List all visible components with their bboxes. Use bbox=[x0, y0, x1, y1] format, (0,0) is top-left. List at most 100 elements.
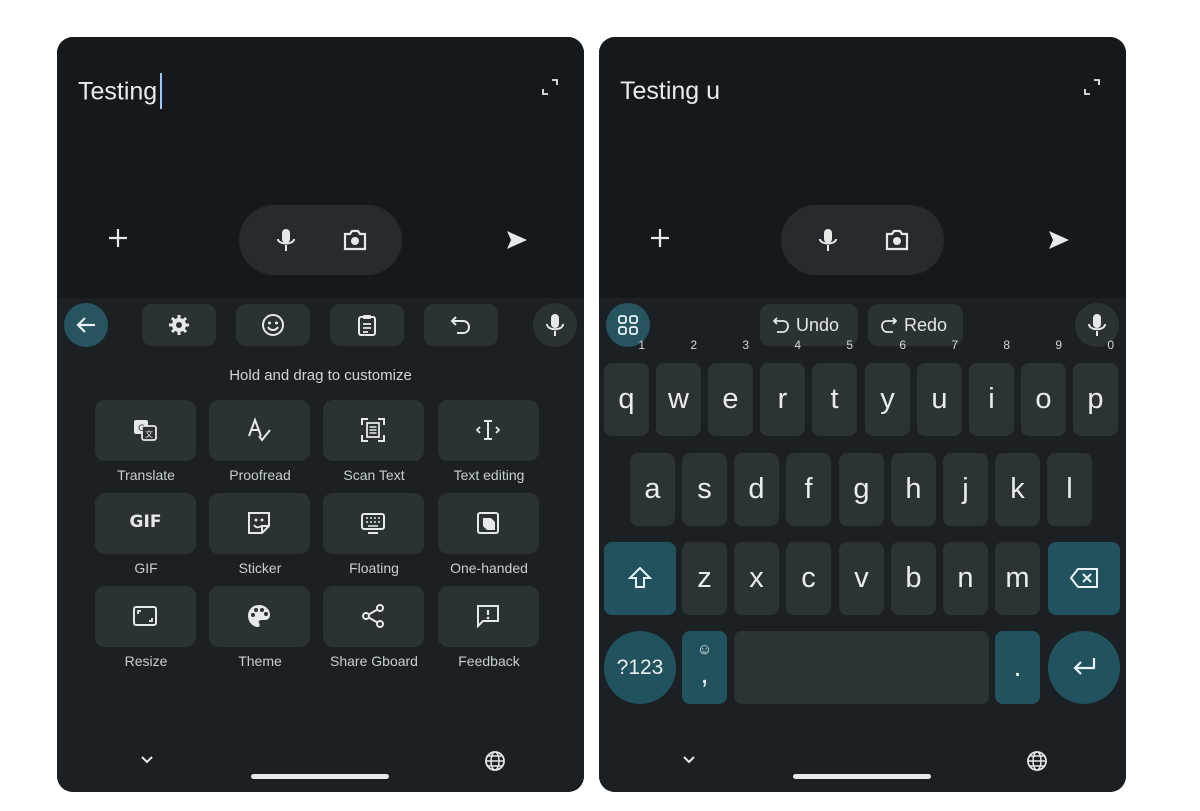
customize-hint: Hold and drag to customize bbox=[229, 367, 412, 384]
chevron-down-icon[interactable] bbox=[138, 753, 156, 767]
compose-area[interactable]: Testing bbox=[57, 37, 584, 298]
tile-share-gboard[interactable] bbox=[323, 586, 424, 647]
phone-screen-right: Testing u Undo Redo q1 w2 e3 r4 t5 y6 u7… bbox=[599, 37, 1126, 792]
tile-theme[interactable] bbox=[209, 586, 310, 647]
tile-label: One-handed bbox=[450, 560, 528, 576]
redo-button[interactable]: Redo bbox=[868, 304, 963, 346]
sticker-icon bbox=[248, 512, 270, 534]
key-c[interactable]: c bbox=[786, 542, 831, 615]
message-input[interactable]: Testing u bbox=[620, 77, 720, 106]
key-q[interactable]: q1 bbox=[604, 339, 649, 436]
grid-icon bbox=[618, 315, 638, 335]
collapse-icon[interactable] bbox=[542, 79, 558, 95]
key-t[interactable]: t5 bbox=[812, 339, 857, 436]
tile-label: Feedback bbox=[458, 653, 520, 669]
text-editing-icon bbox=[475, 420, 501, 440]
camera-icon[interactable] bbox=[342, 227, 368, 253]
collapse-icon[interactable] bbox=[1084, 79, 1100, 95]
tile-gif[interactable]: GIF bbox=[95, 493, 196, 554]
voice-input-button[interactable] bbox=[533, 303, 577, 347]
mic-icon bbox=[1088, 314, 1106, 336]
back-button[interactable] bbox=[64, 303, 108, 347]
key-j[interactable]: j bbox=[943, 453, 988, 526]
tile-one-handed[interactable] bbox=[438, 493, 539, 554]
navigation-handle[interactable] bbox=[793, 774, 931, 779]
add-icon[interactable] bbox=[649, 227, 671, 249]
tile-proofread[interactable] bbox=[209, 400, 310, 461]
symbols-key[interactable]: ?123 bbox=[604, 631, 676, 704]
key-p[interactable]: p0 bbox=[1073, 339, 1118, 436]
phone-screen-left: Testing Hold and drag to customize G文 GI… bbox=[57, 37, 584, 792]
key-a[interactable]: a bbox=[630, 453, 675, 526]
undo-icon bbox=[450, 316, 471, 334]
clipboard-button[interactable] bbox=[330, 304, 404, 346]
key-m[interactable]: m bbox=[995, 542, 1040, 615]
key-d[interactable]: d bbox=[734, 453, 779, 526]
key-e[interactable]: e3 bbox=[708, 339, 753, 436]
key-y[interactable]: y6 bbox=[865, 339, 910, 436]
key-w[interactable]: w2 bbox=[656, 339, 701, 436]
comma-label: , bbox=[700, 658, 709, 690]
message-input[interactable]: Testing bbox=[78, 73, 163, 109]
settings-button[interactable] bbox=[142, 304, 216, 346]
period-key[interactable]: . bbox=[995, 631, 1040, 704]
key-n[interactable]: n bbox=[943, 542, 988, 615]
mic-icon[interactable] bbox=[815, 227, 841, 253]
tile-label: Text editing bbox=[453, 467, 525, 483]
chevron-down-icon[interactable] bbox=[680, 753, 698, 767]
shift-icon bbox=[627, 566, 653, 588]
key-l[interactable]: l bbox=[1047, 453, 1092, 526]
mic-icon bbox=[546, 314, 564, 336]
key-r[interactable]: r4 bbox=[760, 339, 805, 436]
key-o[interactable]: o9 bbox=[1021, 339, 1066, 436]
compose-area[interactable]: Testing u bbox=[599, 37, 1126, 298]
tile-label: Floating bbox=[349, 560, 399, 576]
tile-scan-text[interactable] bbox=[323, 400, 424, 461]
backspace-key[interactable] bbox=[1048, 542, 1120, 615]
tile-feedback[interactable] bbox=[438, 586, 539, 647]
share-icon bbox=[362, 604, 384, 628]
mic-icon[interactable] bbox=[273, 227, 299, 253]
undo-button[interactable] bbox=[424, 304, 498, 346]
send-icon[interactable] bbox=[505, 228, 529, 252]
enter-key[interactable] bbox=[1048, 631, 1120, 704]
tile-label: Resize bbox=[124, 653, 168, 669]
key-z[interactable]: z bbox=[682, 542, 727, 615]
key-g[interactable]: g bbox=[839, 453, 884, 526]
undo-label: Undo bbox=[796, 315, 840, 335]
emoji-button[interactable] bbox=[236, 304, 310, 346]
key-v[interactable]: v bbox=[839, 542, 884, 615]
undo-button[interactable]: Undo bbox=[760, 304, 858, 346]
one-handed-icon bbox=[477, 512, 499, 534]
tile-label: Share Gboard bbox=[330, 653, 418, 669]
tile-translate[interactable]: G文 bbox=[95, 400, 196, 461]
navigation-handle[interactable] bbox=[251, 774, 389, 779]
key-f[interactable]: f bbox=[786, 453, 831, 526]
globe-icon[interactable] bbox=[484, 750, 506, 772]
tile-sticker[interactable] bbox=[209, 493, 310, 554]
camera-icon[interactable] bbox=[884, 227, 910, 253]
globe-icon[interactable] bbox=[1026, 750, 1048, 772]
gif-icon: GIF bbox=[129, 512, 162, 532]
key-k[interactable]: k bbox=[995, 453, 1040, 526]
tile-floating[interactable] bbox=[323, 493, 424, 554]
send-icon[interactable] bbox=[1047, 228, 1071, 252]
key-s[interactable]: s bbox=[682, 453, 727, 526]
add-icon[interactable] bbox=[107, 227, 129, 249]
shift-key[interactable] bbox=[604, 542, 676, 615]
key-h[interactable]: h bbox=[891, 453, 936, 526]
resize-icon bbox=[133, 606, 157, 626]
key-x[interactable]: x bbox=[734, 542, 779, 615]
tile-text-editing[interactable] bbox=[438, 400, 539, 461]
text-cursor bbox=[160, 73, 163, 109]
theme-icon bbox=[248, 605, 270, 627]
tile-resize[interactable] bbox=[95, 586, 196, 647]
arrow-left-icon bbox=[76, 317, 95, 333]
space-key[interactable] bbox=[734, 631, 989, 704]
key-b[interactable]: b bbox=[891, 542, 936, 615]
message-text: Testing u bbox=[620, 77, 721, 105]
key-u[interactable]: u7 bbox=[917, 339, 962, 436]
message-text: Testing bbox=[78, 77, 158, 106]
comma-key[interactable]: ☺ , bbox=[682, 631, 727, 704]
key-i[interactable]: i8 bbox=[969, 339, 1014, 436]
